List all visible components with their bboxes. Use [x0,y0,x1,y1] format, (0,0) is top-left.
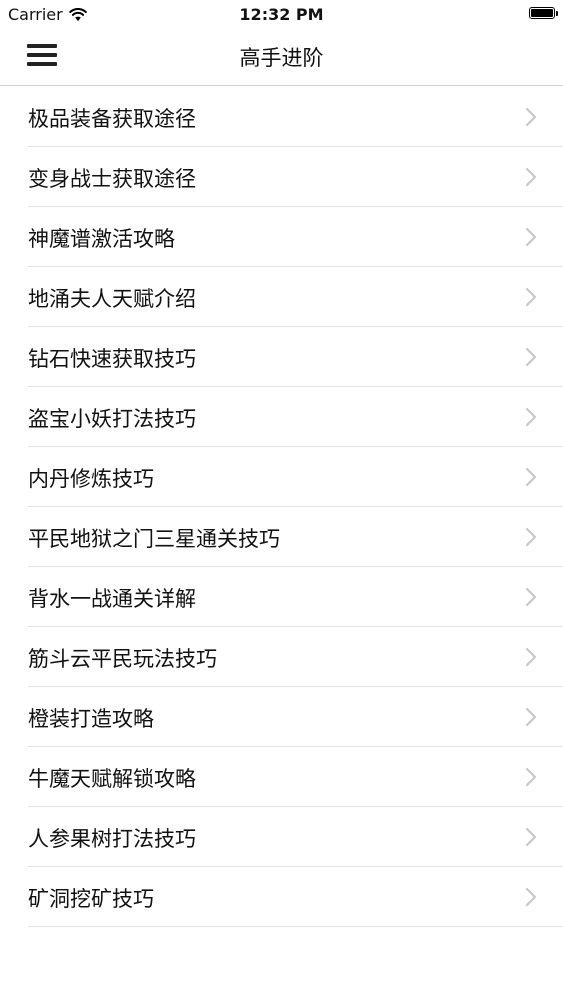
list-item-label: 背水一战通关详解 [28,587,196,611]
status-time: 12:32 PM [239,5,324,24]
chevron-right-icon [525,887,537,907]
list-item[interactable]: 极品装备获取途径 [28,87,563,147]
list-item-label: 钻石快速获取技巧 [28,347,196,371]
chevron-right-icon [525,587,537,607]
list-item-label: 神魔谱激活攻略 [28,227,175,251]
list-item[interactable]: 筋斗云平民玩法技巧 [28,627,563,687]
list-item[interactable]: 内丹修炼技巧 [28,447,563,507]
list-item-label: 盗宝小妖打法技巧 [28,407,196,431]
list-item-label: 牛魔天赋解锁攻略 [28,767,196,791]
chevron-right-icon [525,767,537,787]
list-item[interactable]: 地涌夫人天赋介绍 [28,267,563,327]
chevron-right-icon [525,227,537,247]
list-item[interactable]: 人参果树打法技巧 [28,807,563,867]
chevron-right-icon [525,707,537,727]
chevron-right-icon [525,167,537,187]
list-item[interactable]: 神魔谱激活攻略 [28,207,563,267]
chevron-right-icon [525,467,537,487]
list-item-label: 筋斗云平民玩法技巧 [28,647,217,671]
list-item-label: 平民地狱之门三星通关技巧 [28,527,280,551]
chevron-right-icon [525,347,537,367]
guide-list: 极品装备获取途径 变身战士获取途径 神魔谱激活攻略 地涌夫人天赋介绍 钻石快速获取技巧盗… [0,87,563,927]
list-item[interactable]: 变身战士获取途径 [28,147,563,207]
chevron-right-icon [525,527,537,547]
list-item[interactable]: 钻石快速获取技巧 [28,327,563,387]
list-item-label: 地涌夫人天赋介绍 [28,287,196,311]
battery-icon [529,7,558,19]
page-title: 高手进阶 [239,46,324,70]
list-item-label: 变身战士获取途径 [28,167,196,191]
navigation-bar: 高手进阶 [0,28,563,86]
list-item[interactable]: 平民地狱之门三星通关技巧 [28,507,563,567]
list-item[interactable]: 橙装打造攻略 [28,687,563,747]
list-item[interactable]: 背水一战通关详解 [28,567,563,627]
status-bar: Carrier 12:32 PM [0,0,563,28]
list-item-label: 橙装打造攻略 [28,707,154,731]
list-item-label: 极品装备获取途径 [28,107,196,131]
list-item[interactable]: 矿洞挖矿技巧 [28,867,563,927]
chevron-right-icon [525,407,537,427]
chevron-right-icon [525,827,537,847]
list-item-label: 矿洞挖矿技巧 [28,887,154,911]
chevron-right-icon [525,107,537,127]
chevron-right-icon [525,647,537,667]
list-item-label: 人参果树打法技巧 [28,827,196,851]
list-item[interactable]: 牛魔天赋解锁攻略 [28,747,563,807]
chevron-right-icon [525,287,537,307]
list-item-label: 内丹修炼技巧 [28,467,154,491]
list-item[interactable]: 盗宝小妖打法技巧 [28,387,563,447]
